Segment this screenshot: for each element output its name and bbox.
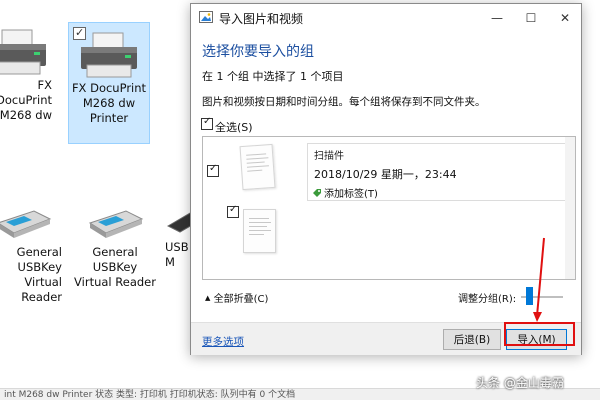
usb-key-icon: [0, 205, 52, 241]
back-button[interactable]: 后退(B): [443, 329, 501, 350]
add-tag-link[interactable]: 添加标签(T): [312, 185, 378, 200]
add-tag-label: 添加标签(T): [324, 189, 378, 200]
tag-icon: [312, 188, 322, 198]
group-checkbox[interactable]: [207, 163, 219, 177]
list-scrollbar[interactable]: [565, 137, 575, 279]
collapse-all-button[interactable]: ▲ 全部折叠(C): [205, 290, 268, 305]
watermark: 头条 @金山毒霸: [476, 376, 564, 390]
device-usbkey-2[interactable]: General USBKey Virtual Reader: [74, 205, 156, 289]
scan-thumbnail-2[interactable]: [243, 209, 276, 253]
group-datetime: 2018/10/29 星期一，23:44: [314, 168, 457, 181]
printer-icon: [0, 28, 50, 78]
import-dialog: 导入图片和视频 — ☐ ✕ 选择你要导入的组 在 1 个组 中选择了 1 个项目…: [190, 3, 582, 355]
device-label: FX DocuPrint M268 dw: [0, 78, 52, 122]
device-printer-1[interactable]: FX DocuPrint M268 dw: [0, 28, 58, 128]
adjust-grouping-label: 调整分组(R):: [458, 294, 517, 305]
import-group-list: 扫描件 2018/10/29 星期一，23:44 添加标签(T): [202, 136, 576, 280]
device-usbkey-1[interactable]: General USBKey Virtual Reader: [0, 205, 62, 304]
minimize-button[interactable]: —: [480, 4, 514, 32]
annotation-highlight-box: [504, 322, 575, 346]
dialog-title: 导入图片和视频: [219, 12, 304, 26]
grouping-description: 图片和视频按日期和时间分组。每个组将保存到不同文件夹。: [202, 96, 486, 108]
selection-summary: 在 1 个组 中选择了 1 个项目: [202, 70, 344, 83]
photos-app-icon: [199, 11, 213, 23]
usb-key-icon: [86, 205, 144, 241]
device-label: General USBKey Virtual Reader: [16, 245, 62, 304]
printer-icon: [77, 31, 141, 81]
close-button[interactable]: ✕: [548, 4, 582, 32]
grouping-slider-thumb[interactable]: [526, 287, 533, 305]
scan-thumbnail-1[interactable]: [239, 143, 276, 191]
group-info: 扫描件 2018/10/29 星期一，23:44 添加标签(T): [307, 143, 567, 201]
device-printer-2[interactable]: FX DocuPrint M268 dw Printer: [68, 22, 150, 144]
select-all-label[interactable]: 全选(S): [215, 119, 253, 135]
chevron-up-icon: ▲: [205, 294, 211, 302]
more-options-link[interactable]: 更多选项: [202, 334, 244, 349]
dialog-titlebar[interactable]: 导入图片和视频 — ☐ ✕: [191, 4, 581, 32]
collapse-all-label: 全部折叠(C): [213, 294, 269, 305]
device-label: General USBKey Virtual Reader: [74, 245, 156, 289]
dialog-heading: 选择你要导入的组: [202, 44, 314, 60]
group-name: 扫描件: [314, 151, 344, 162]
device-label: FX DocuPrint M268 dw Printer: [71, 81, 147, 125]
item-checkbox[interactable]: [227, 204, 239, 218]
maximize-button[interactable]: ☐: [514, 4, 548, 32]
select-all-checkbox[interactable]: [201, 116, 213, 130]
